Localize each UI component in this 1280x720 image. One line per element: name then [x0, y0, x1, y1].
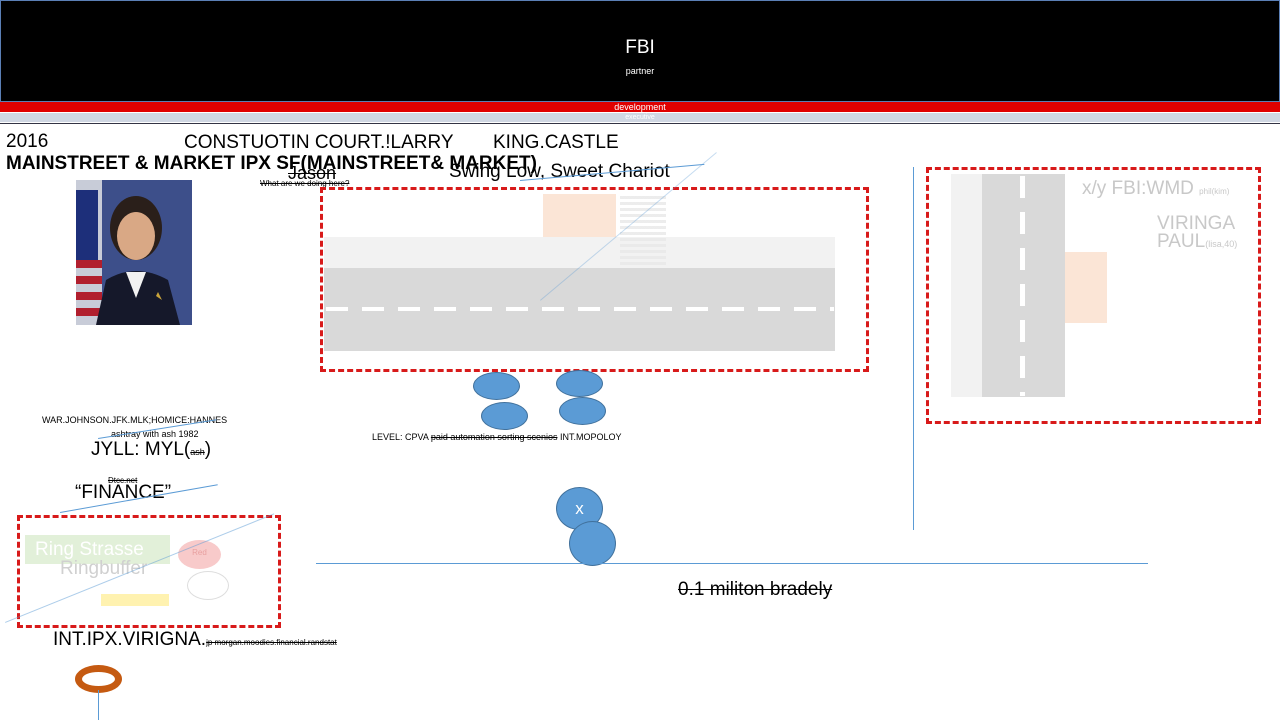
text-block-faded	[620, 196, 666, 266]
blob-1	[473, 372, 520, 400]
xy-text: x/y FBI:WMD	[1082, 178, 1194, 199]
level-text: LEVEL: CPVA	[372, 432, 429, 442]
paul-small-text: (lisa,40)	[1205, 239, 1238, 249]
vertical-line-bottom	[98, 690, 99, 720]
jyll-text: JYLL: MYL(	[91, 439, 191, 460]
yellow-bar	[101, 594, 169, 606]
year-label: 2016	[6, 131, 49, 152]
jyll-label: JYLL: MYL(ash)	[91, 439, 211, 461]
jyll-small-text: ash	[190, 447, 205, 457]
intipx-text: INT.IPX.VIRIGNA.	[53, 629, 207, 650]
vertical-line-right	[913, 167, 914, 530]
militon-label: 0.1 militon bradely	[678, 579, 833, 600]
blob-3	[481, 402, 528, 430]
level-end-text: INT.MOPOLOY	[559, 432, 622, 442]
level-label: LEVEL: CPVA paid automation sorting scen…	[372, 432, 622, 442]
building-right	[1065, 252, 1107, 323]
intipx-small-text: jp morgan.moodies.financial.randstat	[206, 638, 337, 647]
header-banner: FBI partner	[0, 0, 1280, 102]
development-bar: development	[0, 102, 1280, 112]
road-middle-lane	[326, 307, 834, 311]
blob-4	[559, 397, 606, 425]
header-title: FBI	[625, 37, 655, 58]
war-label: WAR.JOHNSON.JFK.MLK;HOMICE:HANNES	[42, 415, 228, 425]
header-divider	[0, 123, 1280, 124]
court-label: CONSTUOTIN COURT.!LARRY	[184, 132, 454, 153]
portrait-photo	[76, 180, 192, 325]
horizontal-line	[316, 563, 1148, 564]
xy-small-text: phil(kim)	[1199, 187, 1230, 196]
building-middle	[543, 194, 616, 237]
executive-bar: executive	[0, 112, 1280, 122]
blob-2	[556, 370, 603, 397]
sidewalk-middle	[324, 237, 835, 268]
king-castle-label: KING.CASTLE	[493, 132, 619, 153]
level-strike-text: paid automation sorting scenios	[430, 432, 558, 442]
jyll-close-text: )	[204, 439, 212, 460]
road-right-lane	[1020, 176, 1025, 396]
ring-frame	[17, 515, 281, 628]
empty-circle	[187, 571, 229, 600]
sidewalk-right	[951, 174, 982, 397]
header-subtitle: partner	[625, 66, 655, 76]
blob-bottom	[569, 521, 616, 566]
paul-text: PAUL	[1157, 231, 1206, 252]
orange-ring	[75, 665, 122, 693]
paul-label: PAUL(lisa,40)	[1157, 231, 1237, 253]
xy-label: x/y FBI:WMD phil(kim)	[1082, 178, 1229, 200]
intipx-label: INT.IPX.VIRIGNA.jp morgan.moodies.financ…	[53, 629, 337, 651]
swing-low-label: Swing Low, Sweet Chariot	[449, 161, 670, 182]
